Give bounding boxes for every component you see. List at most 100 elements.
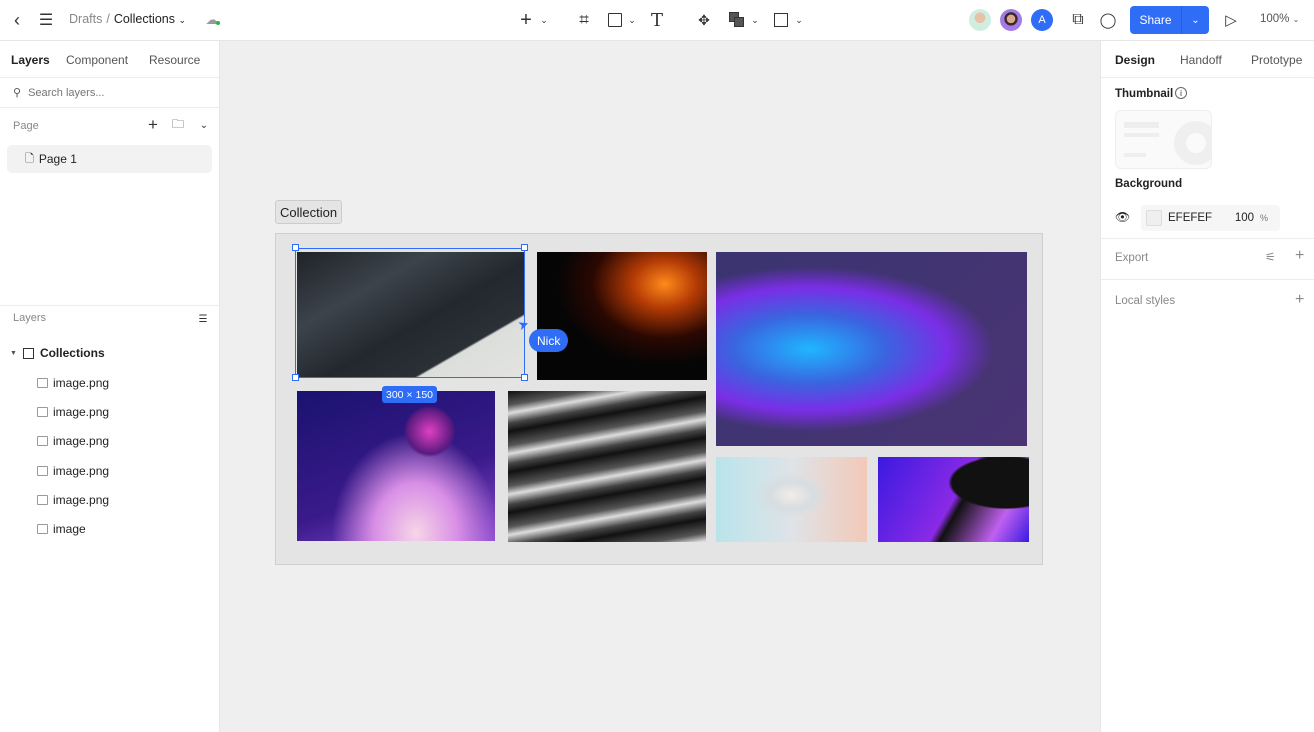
image-orange-glow[interactable] xyxy=(537,252,707,380)
chevron-down-icon[interactable]: ⌄ xyxy=(793,12,805,28)
thumbnail-label: Thumbnail xyxy=(1115,88,1174,100)
image-pastel-shapes[interactable] xyxy=(716,457,867,542)
color-swatch[interactable] xyxy=(1146,210,1162,226)
image-icon xyxy=(37,407,48,417)
chevron-down-icon: ⌄ xyxy=(178,15,186,25)
image-icon xyxy=(37,436,48,446)
resize-handle[interactable] xyxy=(521,374,528,381)
tab-resource[interactable]: Resource xyxy=(149,53,200,67)
right-panel: Design Handoff Prototype Thumbnail i Bac… xyxy=(1100,41,1314,732)
layer-item[interactable]: image.png xyxy=(37,493,109,507)
boolean-icon[interactable] xyxy=(728,11,746,29)
menu-icon[interactable]: ☰ xyxy=(36,10,56,30)
settings-sliders-icon[interactable]: ⚟ xyxy=(1265,250,1276,264)
tab-component[interactable]: Component xyxy=(66,53,128,67)
top-bar: ‹ ☰ Drafts / Collections ⌄ ☁ + ⌄ ⌗ ⌄ T ✥… xyxy=(0,0,1314,41)
search-icon: ⚲ xyxy=(13,87,22,99)
zoom-value: 100% xyxy=(1260,13,1290,25)
avatar[interactable] xyxy=(1000,9,1022,31)
collapse-layers-icon[interactable]: ☰ xyxy=(196,312,210,326)
layer-item[interactable]: image xyxy=(37,522,86,536)
chevron-down-icon[interactable]: ⌄ xyxy=(196,117,212,133)
image-bubbles[interactable] xyxy=(297,391,495,541)
layer-item[interactable]: image.png xyxy=(37,376,109,390)
tab-design[interactable]: Design xyxy=(1115,53,1155,67)
image-icon xyxy=(37,524,48,534)
tab-prototype[interactable]: Prototype xyxy=(1251,53,1302,67)
chevron-down-icon[interactable]: ⌄ xyxy=(749,12,761,28)
frame-tool-icon[interactable]: ⌗ xyxy=(574,10,594,30)
layer-item[interactable]: image.png xyxy=(37,434,109,448)
layer-label: image xyxy=(53,522,86,536)
tab-layers[interactable]: Layers xyxy=(11,53,50,67)
layer-label: image.png xyxy=(53,376,110,390)
background-label: Background xyxy=(1115,178,1183,190)
opacity-unit: % xyxy=(1260,213,1269,223)
search-input[interactable] xyxy=(28,86,199,99)
add-style-icon[interactable]: + xyxy=(1295,291,1304,309)
background-color-field[interactable]: EFEFEF 100 % xyxy=(1141,205,1280,231)
cursor-user-label: Nick xyxy=(529,329,569,352)
page-item[interactable]: 🗋 Page 1 xyxy=(7,145,212,173)
breadcrumb: Drafts / Collections ⌄ xyxy=(69,12,186,26)
file-name-dropdown[interactable]: Collections ⌄ xyxy=(114,12,186,26)
search-layers[interactable]: ⚲ xyxy=(0,78,219,107)
export-label: Export xyxy=(1115,252,1149,264)
chevron-down-icon[interactable]: ⌄ xyxy=(626,12,638,28)
play-icon[interactable]: ▷ xyxy=(1221,10,1241,30)
left-panel: Layers Component Resource ⚲ Page + 🗀 ⌄ 🗋… xyxy=(0,41,220,732)
image-icon xyxy=(37,466,48,476)
image-icon xyxy=(37,495,48,505)
breadcrumb-separator: / xyxy=(106,12,110,26)
text-tool-icon[interactable]: T xyxy=(647,10,667,31)
image-icon xyxy=(37,378,48,388)
add-export-icon[interactable]: + xyxy=(1295,247,1304,265)
image-glass[interactable] xyxy=(878,457,1029,542)
page-heading: Page xyxy=(13,120,39,132)
layer-collections[interactable]: ▼ Collections xyxy=(10,346,105,360)
resize-handle[interactable] xyxy=(292,374,299,381)
chevron-down-icon[interactable]: ⌄ xyxy=(1182,6,1209,34)
layer-label: image.png xyxy=(53,493,110,507)
selection-box[interactable] xyxy=(295,248,525,378)
layer-item[interactable]: image.png xyxy=(37,405,109,419)
rectangle-tool-icon[interactable] xyxy=(606,11,624,29)
add-page-icon[interactable]: + xyxy=(145,115,161,134)
color-hex[interactable]: EFEFEF xyxy=(1168,212,1228,224)
local-styles-label: Local styles xyxy=(1115,295,1176,307)
opacity-value[interactable]: 100 xyxy=(1228,212,1254,224)
avatar[interactable] xyxy=(969,9,991,31)
frame-label[interactable]: Collection xyxy=(275,200,343,224)
share-button[interactable]: Share ⌄ xyxy=(1130,6,1209,34)
file-name: Collections xyxy=(113,12,175,26)
layer-item[interactable]: image.png xyxy=(37,464,109,478)
layer-label: Collections xyxy=(39,346,105,360)
breadcrumb-drafts[interactable]: Drafts xyxy=(69,12,102,26)
image-chrome-waves[interactable] xyxy=(508,391,706,542)
zoom-dropdown[interactable]: 100% ⌄ xyxy=(1260,13,1299,25)
share-label: Share xyxy=(1130,6,1182,34)
eye-icon[interactable]: 👁 xyxy=(1115,210,1130,224)
plugin-icon[interactable]: ⧉ xyxy=(1068,10,1088,30)
image-spiral[interactable] xyxy=(716,252,1027,446)
chevron-down-icon[interactable]: ⌄ xyxy=(538,12,550,28)
page-label: Page 1 xyxy=(38,152,77,166)
resize-handle[interactable] xyxy=(292,244,299,251)
resize-frame-icon[interactable] xyxy=(772,11,790,29)
info-icon[interactable]: i xyxy=(1175,87,1187,99)
layer-label: image.png xyxy=(53,464,110,478)
tab-handoff[interactable]: Handoff xyxy=(1180,53,1222,67)
back-icon[interactable]: ‹ xyxy=(8,10,26,30)
size-badge: 300 × 150 xyxy=(382,386,438,403)
add-icon[interactable]: + xyxy=(516,9,536,31)
thumbnail-placeholder[interactable] xyxy=(1115,110,1212,169)
resize-handle[interactable] xyxy=(521,244,528,251)
lightbulb-icon[interactable]: ◯ xyxy=(1098,10,1118,30)
folder-icon[interactable]: 🗀 xyxy=(170,117,186,133)
page-icon: 🗋 xyxy=(25,152,34,165)
avatar[interactable]: A xyxy=(1031,9,1053,31)
layers-heading: Layers xyxy=(13,312,47,324)
component-move-icon[interactable]: ✥ xyxy=(694,10,714,30)
layer-label: image.png xyxy=(53,405,110,419)
caret-down-icon[interactable]: ▼ xyxy=(10,350,17,357)
